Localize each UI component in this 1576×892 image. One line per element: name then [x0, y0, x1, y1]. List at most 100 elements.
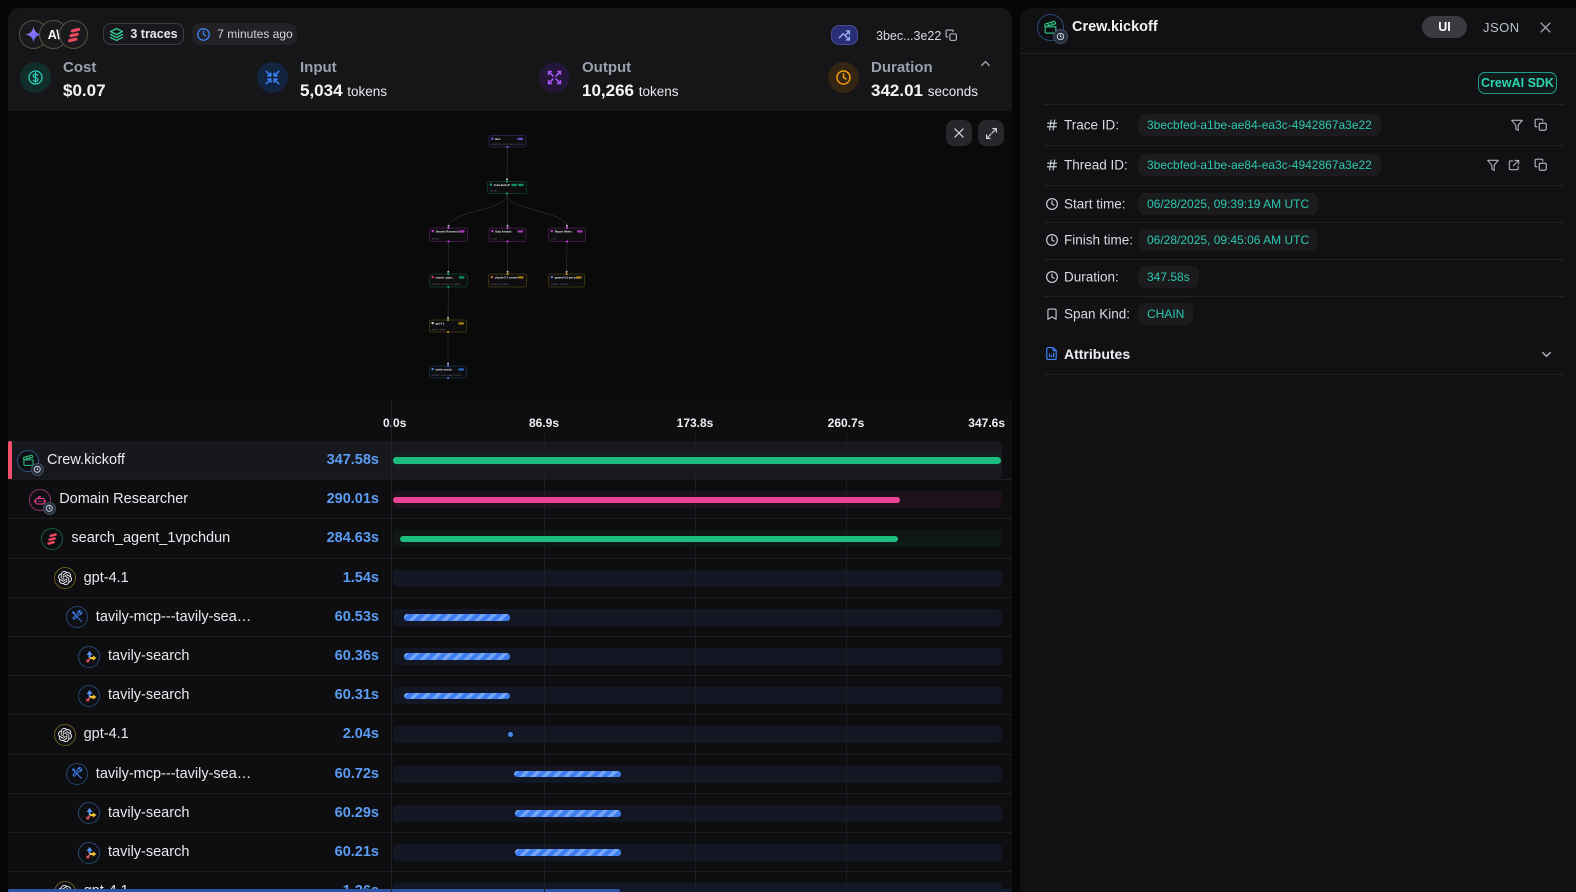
- graph-node-search[interactable]: search_agen...06/28/25, 09:39 AM - 09:44…: [429, 273, 467, 288]
- panel-title: Crew.kickoff: [1072, 19, 1158, 35]
- copy-button[interactable]: [1534, 118, 1548, 132]
- clock-icon: [1045, 233, 1059, 247]
- timeline-row-search-agent-1vpchdun[interactable]: search_agent_1vpchdun 284.63s: [8, 519, 1012, 558]
- copy-icon: [945, 29, 958, 42]
- duration-bar[interactable]: [515, 849, 620, 856]
- tab-json[interactable]: JSON: [1483, 20, 1520, 35]
- field-label: Duration:: [1064, 270, 1119, 285]
- tavily-row-icon: [78, 685, 100, 707]
- field-value[interactable]: 3becbfed-a1be-ae84-ea3c-4942867a3e22: [1138, 154, 1381, 176]
- span-name: tavily-search: [108, 794, 189, 833]
- edge-endpoint: [447, 317, 449, 319]
- timeline-row-tavily-search[interactable]: tavily-search60.21s: [8, 833, 1012, 872]
- svg-text:Data Analyst: Data Analyst: [495, 230, 511, 234]
- graph-node-tavily[interactable]: tavily-search06/28/25, 09:39:25 AM - 09:…: [429, 365, 467, 379]
- edge-endpoint: [507, 271, 509, 273]
- collapse-header-button[interactable]: [978, 56, 993, 71]
- timeline-row-gpt-4.1[interactable]: gpt-4.11.54s: [8, 559, 1012, 598]
- trace-analytics-button[interactable]: [831, 25, 858, 45]
- field-divider: [1044, 185, 1564, 186]
- field-value[interactable]: 06/28/2025, 09:39:19 AM UTC: [1138, 193, 1318, 215]
- duration-bar[interactable]: [515, 810, 620, 817]
- panel-close-button[interactable]: [1538, 20, 1553, 35]
- filter-button[interactable]: [1510, 118, 1524, 132]
- duration-bar[interactable]: [514, 771, 620, 778]
- field-duration: Duration: 347.58s: [1020, 259, 1576, 296]
- field-trace-id: Trace ID:3becbfed-a1be-ae84-ea3c-4942867…: [1020, 104, 1576, 145]
- timeline-row-tavily-search[interactable]: tavily-search60.31s: [8, 676, 1012, 715]
- field-label: Start time:: [1064, 196, 1126, 211]
- graph-node-claude[interactable]: claude-3.7-sonnet06/28/25, 09:44 AM: [489, 273, 527, 287]
- history-clock-icon: [1056, 32, 1065, 41]
- trace-graph[interactable]: Run06/28/2025, 09:39:19 AM - 09:45:06 Cre…: [8, 111, 1012, 400]
- graph-node-report[interactable]: Report Writer1 task: [549, 227, 586, 242]
- edge-endpoint: [448, 225, 450, 227]
- tools-row-icon: [66, 606, 88, 628]
- graph-node-run[interactable]: Run06/28/2025, 09:39:19 AM - 09:45:06: [489, 136, 526, 148]
- field-value[interactable]: 06/28/2025, 09:45:06 AM UTC: [1138, 229, 1318, 251]
- last-updated-chip: 7 minutes ago: [192, 23, 297, 45]
- svg-text:search_agen...: search_agen...: [436, 276, 455, 280]
- tab-ui[interactable]: UI: [1422, 16, 1467, 38]
- timeline-row-crew.kickoff[interactable]: Crew.kickoff347.58s: [8, 441, 1012, 480]
- graph-edge: [507, 195, 567, 228]
- history-clock-icon: [43, 502, 57, 516]
- timeline-row-gpt-4.1[interactable]: gpt-4.12.04s: [8, 715, 1012, 754]
- span-name: Crew.kickoff: [47, 441, 125, 480]
- attributes-row[interactable]: Attributes: [1020, 333, 1576, 374]
- trace-header: A\ 3 traces 7 minutes ago 3bec...3e22 Co…: [8, 8, 1012, 111]
- copy-button[interactable]: [1534, 158, 1548, 172]
- svg-text:1 task: 1 task: [491, 238, 496, 241]
- timeline-row-tavily-search[interactable]: tavily-search60.36s: [8, 637, 1012, 676]
- graph-node-gemini[interactable]: gemini-2.5-pro-pr...06/28/25, 09:45 AM: [549, 273, 585, 287]
- openai-row-icon: [54, 567, 76, 589]
- timeline-row-tavily-mcp---tavily-sea-[interactable]: tavily-mcp---tavily-sea…60.72s: [8, 755, 1012, 794]
- graph-node-crew[interactable]: Crew.kickoff347.58s: [488, 181, 527, 195]
- timeline-row-tavily-mcp---tavily-sea-[interactable]: tavily-mcp---tavily-sea…60.53s: [8, 598, 1012, 637]
- field-label: Finish time:: [1064, 233, 1133, 248]
- traces-count-chip[interactable]: 3 traces: [103, 23, 184, 45]
- svg-text:347.58s: 347.58s: [490, 191, 497, 193]
- span-duration: 60.21s: [335, 833, 379, 872]
- graph-close-button[interactable]: [946, 120, 972, 146]
- duration-track: [393, 570, 1002, 587]
- openai-row-icon: [54, 724, 76, 746]
- duration-bar[interactable]: [393, 457, 1001, 464]
- axis-tick-label: 260.7s: [828, 416, 865, 430]
- clock-icon: [1045, 270, 1059, 284]
- field-value[interactable]: 3becbfed-a1be-ae84-ea3c-4942867a3e22: [1138, 114, 1381, 136]
- span-name: gpt-4.1: [84, 715, 129, 754]
- hash-icon: [1045, 118, 1059, 132]
- attributes-divider: [1044, 374, 1564, 375]
- graph-expand-button[interactable]: [978, 120, 1004, 146]
- filter-button[interactable]: [1486, 158, 1500, 172]
- edge-endpoint: [447, 363, 449, 365]
- span-duration-badge-icon: [1053, 29, 1068, 44]
- span-duration: 284.63s: [327, 519, 379, 558]
- duration-bar[interactable]: [404, 693, 509, 700]
- field-label: Thread ID:: [1064, 158, 1128, 173]
- axis-tick-label: 0.0s: [383, 416, 406, 430]
- duration-bar[interactable]: [404, 614, 510, 621]
- field-thread-id: Thread ID: 3becbfed-a1be-ae84-ea3c-494286…: [1020, 145, 1576, 185]
- duration-bar[interactable]: [404, 653, 510, 660]
- timeline-row-tavily-search[interactable]: tavily-search60.29s: [8, 794, 1012, 833]
- axis-tick-label: 347.6s: [968, 416, 1005, 430]
- graph-node-data[interactable]: Data Analyst 1 task: [489, 227, 526, 242]
- span-duration: 1.54s: [343, 559, 379, 598]
- chevron-up-icon: [978, 56, 993, 71]
- copy-trace-id-button[interactable]: [945, 29, 958, 42]
- edge-endpoint: [447, 271, 449, 273]
- external-button[interactable]: [1507, 158, 1521, 172]
- field-value[interactable]: 347.58s: [1138, 266, 1199, 288]
- timeline-row-domain-researcher[interactable]: Domain Researcher290.01s: [8, 480, 1012, 519]
- duration-bar[interactable]: [400, 536, 898, 543]
- duration-bar[interactable]: [393, 497, 900, 504]
- svg-text:tavily-search: tavily-search: [436, 368, 453, 372]
- graph-node-gpt[interactable]: gpt-4.1gpt-4.1 - openai: [429, 319, 467, 333]
- span-name: search_agent_1vpchdun: [71, 519, 230, 558]
- field-value[interactable]: CHAIN: [1138, 303, 1193, 325]
- field-finish-time: Finish time: 06/28/2025, 09:45:06 AM UTC: [1020, 222, 1576, 259]
- graph-node-domain[interactable]: Domain Research...290.01s: [430, 227, 468, 242]
- edge-endpoint: [566, 271, 568, 273]
